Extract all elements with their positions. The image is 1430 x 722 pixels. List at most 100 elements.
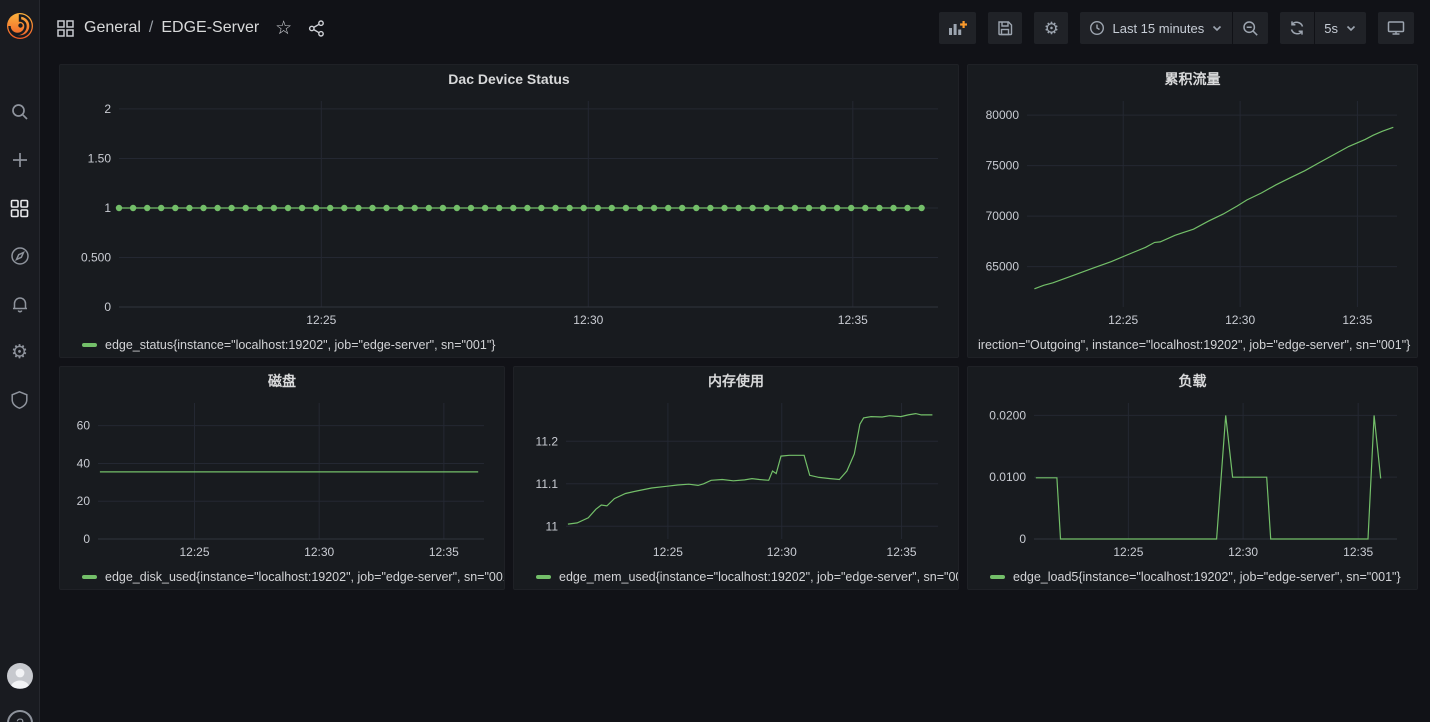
- chevron-down-icon: [1211, 22, 1223, 34]
- panel-disk: 磁盘 12:2512:3012:350204060 edge_disk_used…: [59, 366, 505, 590]
- plus-icon: [10, 150, 30, 170]
- chart-load[interactable]: 12:2512:3012:3500.01000.0200: [976, 395, 1411, 563]
- svg-text:12:30: 12:30: [767, 545, 797, 559]
- zoom-out-button[interactable]: [1232, 12, 1268, 44]
- svg-text:12:25: 12:25: [1113, 545, 1143, 559]
- chevron-down-icon: [1345, 22, 1357, 34]
- legend: edge_disk_used{instance="localhost:19202…: [60, 568, 504, 589]
- sidebar-item-dashboards[interactable]: [0, 184, 40, 232]
- svg-text:12:30: 12:30: [304, 545, 334, 559]
- breadcrumb-separator: /: [149, 19, 153, 37]
- breadcrumb: General / EDGE-Server ☆: [57, 19, 325, 38]
- panel-body: 12:2512:3012:3565000700007500080000: [968, 93, 1417, 336]
- legend-series-dash: [536, 575, 551, 579]
- svg-text:65000: 65000: [986, 260, 1020, 274]
- add-panel-icon: [948, 20, 967, 37]
- legend-series-dash: [82, 575, 97, 579]
- dashboard-settings-button[interactable]: ⚙: [1034, 12, 1068, 44]
- svg-text:11.2: 11.2: [536, 434, 559, 448]
- panel-dac-device-status: Dac Device Status 12:2512:3012:3500.5001…: [59, 64, 959, 358]
- panel-title: 磁盘: [268, 371, 296, 391]
- sidebar-item-explore[interactable]: [0, 232, 40, 280]
- svg-text:0: 0: [1019, 532, 1026, 546]
- svg-text:2: 2: [104, 102, 111, 116]
- panel-title-bar[interactable]: 磁盘: [60, 367, 504, 395]
- sidebar-item-alerting[interactable]: [0, 280, 40, 328]
- svg-text:80000: 80000: [986, 108, 1020, 122]
- chart-cumulative-traffic[interactable]: 12:2512:3012:3565000700007500080000: [976, 93, 1411, 331]
- panel-title: 内存使用: [708, 371, 764, 391]
- svg-text:0.0100: 0.0100: [989, 470, 1026, 484]
- refresh-interval-picker[interactable]: 5s: [1314, 12, 1366, 44]
- sidebar-item-search[interactable]: [0, 88, 40, 136]
- refresh-icon: [1289, 20, 1305, 36]
- legend-series-label[interactable]: edge_disk_used{instance="localhost:19202…: [105, 570, 504, 584]
- panel-memory-usage: 内存使用 12:2512:3012:351111.111.2 edge_mem_…: [513, 366, 959, 590]
- chart-disk[interactable]: 12:2512:3012:350204060: [68, 395, 498, 563]
- legend: edge_load5{instance="localhost:19202", j…: [968, 568, 1417, 589]
- svg-text:20: 20: [77, 494, 91, 508]
- refresh-group: 5s: [1280, 12, 1366, 44]
- breadcrumb-folder[interactable]: General: [84, 19, 141, 37]
- cycle-view-button[interactable]: [1378, 12, 1414, 44]
- gear-icon: ⚙: [11, 343, 28, 362]
- bell-icon: [10, 294, 30, 314]
- svg-text:40: 40: [77, 456, 91, 470]
- main-area: General / EDGE-Server ☆: [41, 0, 1430, 722]
- svg-text:0.0200: 0.0200: [989, 408, 1026, 422]
- legend-series-label[interactable]: irection="Outgoing", instance="localhost…: [978, 338, 1410, 352]
- chart-dac-device-status[interactable]: 12:2512:3012:3500.50011.502: [68, 93, 952, 331]
- panel-title: 累积流量: [1165, 69, 1221, 89]
- add-panel-button[interactable]: [939, 12, 976, 44]
- svg-text:12:30: 12:30: [1228, 545, 1258, 559]
- refresh-interval-label: 5s: [1324, 21, 1338, 36]
- legend-series-label[interactable]: edge_mem_used{instance="localhost:19202"…: [559, 570, 958, 584]
- svg-text:12:30: 12:30: [573, 313, 603, 327]
- sidebar-nav: ⚙: [0, 88, 39, 424]
- star-icon: ☆: [275, 19, 292, 38]
- svg-text:11: 11: [546, 519, 559, 533]
- compass-icon: [10, 246, 30, 266]
- sidebar-item-server-admin[interactable]: [0, 376, 40, 424]
- time-controls-group: Last 15 minutes: [1080, 12, 1268, 44]
- svg-text:12:35: 12:35: [429, 545, 459, 559]
- topbar: General / EDGE-Server ☆: [41, 0, 1430, 56]
- svg-text:75000: 75000: [986, 159, 1020, 173]
- shield-icon: [10, 390, 29, 410]
- favorite-star-button[interactable]: ☆: [275, 19, 292, 38]
- breadcrumb-dashboard-title[interactable]: EDGE-Server: [161, 19, 259, 37]
- svg-text:0: 0: [83, 532, 90, 546]
- sidebar-item-create[interactable]: [0, 136, 40, 184]
- svg-text:1: 1: [104, 201, 111, 215]
- legend-series-dash: [990, 575, 1005, 579]
- refresh-button[interactable]: [1280, 12, 1314, 44]
- time-range-picker[interactable]: Last 15 minutes: [1080, 12, 1232, 44]
- legend: irection="Outgoing", instance="localhost…: [968, 336, 1417, 357]
- svg-text:12:25: 12:25: [179, 545, 209, 559]
- legend-series-label[interactable]: edge_status{instance="localhost:19202", …: [105, 338, 495, 352]
- chart-memory-usage[interactable]: 12:2512:3012:351111.111.2: [522, 395, 952, 563]
- svg-text:12:30: 12:30: [1225, 313, 1255, 327]
- panel-title-bar[interactable]: 累积流量: [968, 65, 1417, 93]
- save-dashboard-button[interactable]: [988, 12, 1022, 44]
- search-icon: [10, 102, 30, 122]
- sidebar: ⚙ ?: [0, 0, 40, 722]
- panel-body: 12:2512:3012:3500.01000.0200: [968, 395, 1417, 568]
- grafana-logo[interactable]: [3, 9, 37, 43]
- sidebar-item-configuration[interactable]: ⚙: [0, 328, 40, 376]
- panel-body: 12:2512:3012:351111.111.2: [514, 395, 958, 568]
- share-icon: [308, 20, 325, 37]
- svg-text:12:35: 12:35: [838, 313, 868, 327]
- panel-title-bar[interactable]: 内存使用: [514, 367, 958, 395]
- panel-title-bar[interactable]: 负载: [968, 367, 1417, 395]
- save-icon: [997, 20, 1013, 36]
- panel-body: 12:2512:3012:350204060: [60, 395, 504, 568]
- share-button[interactable]: [308, 20, 325, 37]
- grafana-app: ⚙ ?: [0, 0, 1430, 722]
- help-icon[interactable]: ?: [7, 710, 33, 722]
- panel-title-bar[interactable]: Dac Device Status: [60, 65, 958, 93]
- user-avatar[interactable]: [7, 663, 33, 689]
- svg-text:11.1: 11.1: [536, 477, 559, 491]
- legend-series-label[interactable]: edge_load5{instance="localhost:19202", j…: [1013, 570, 1401, 584]
- dashboard-grid: Dac Device Status 12:2512:3012:3500.5001…: [59, 64, 1418, 590]
